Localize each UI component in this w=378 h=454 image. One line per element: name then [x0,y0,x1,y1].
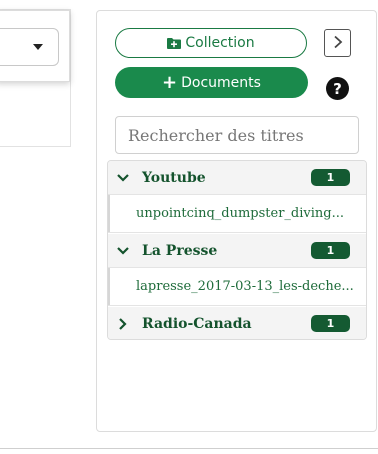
document-title: lapresse_2017-03-13_les-deche... [136,279,354,294]
help-button[interactable]: ? [326,77,349,100]
chevron-right-icon[interactable] [116,317,130,331]
group-header-la-presse[interactable]: La Presse 1 [108,234,366,267]
divider [0,448,378,449]
question-circle-icon: ? [333,79,342,98]
count-badge: 1 [311,169,350,186]
collection-select[interactable] [0,28,59,66]
dropdown-menu [0,10,70,82]
document-item[interactable]: lapresse_2017-03-13_les-deche... [108,267,366,306]
document-tree: Youtube 1 unpointcinq_dumpster_diving...… [107,160,367,340]
folder-plus-icon [167,37,182,49]
document-item[interactable]: unpointcinq_dumpster_diving... [108,194,366,233]
documents-label: Documents [181,74,261,91]
search-input[interactable] [115,116,359,154]
caret-down-icon [33,44,43,50]
plus-icon: + [162,71,178,93]
group-header-radio-canada[interactable]: Radio-Canada 1 [108,307,366,339]
count-badge: 1 [311,315,350,332]
group-header-youtube[interactable]: Youtube 1 [108,161,366,194]
add-collection-button[interactable]: Collection [115,28,307,58]
chevron-right-icon [333,34,343,53]
count-badge: 1 [311,242,350,259]
group-name: Radio-Canada [142,315,252,332]
document-title: unpointcinq_dumpster_diving... [136,206,344,221]
collection-label: Collection [185,35,255,51]
expand-panel-button[interactable] [324,29,351,57]
group-name: La Presse [142,242,218,259]
add-documents-button[interactable]: + Documents [115,67,308,98]
chevron-down-icon[interactable] [116,171,130,185]
group-name: Youtube [142,169,206,186]
chevron-down-icon[interactable] [116,244,130,258]
